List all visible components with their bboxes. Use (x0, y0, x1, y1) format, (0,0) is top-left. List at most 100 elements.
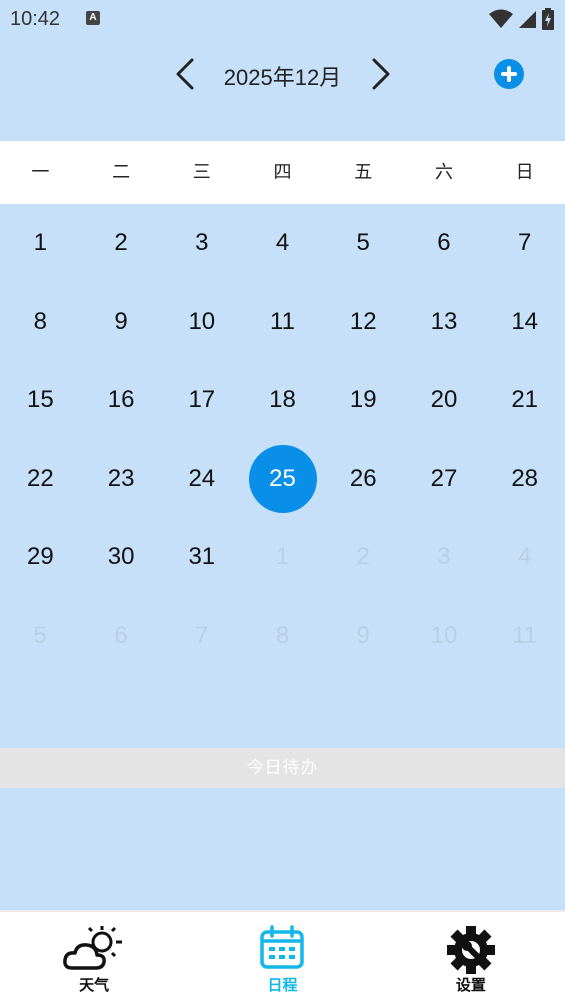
calendar-day-number: 7 (517, 229, 532, 257)
calendar-day[interactable]: 20 (404, 361, 485, 440)
calendar-day-number: 16 (107, 386, 135, 414)
weekday-header: 一 二 三 四 五 六 日 (0, 141, 565, 204)
calendar-day[interactable]: 23 (81, 440, 162, 519)
calendar-day-number: 2 (114, 229, 128, 257)
today-todo-header[interactable]: 今日待办 (0, 748, 565, 788)
calendar-day-number: 11 (270, 307, 295, 335)
settings-icon (446, 926, 495, 974)
calendar-day-number: 25 (248, 444, 317, 513)
calendar-day[interactable]: 16 (81, 361, 162, 440)
calendar-day-adjacent-month[interactable]: 6 (81, 597, 162, 676)
next-month-button[interactable] (366, 56, 394, 96)
calendar-day-adjacent-month[interactable]: 7 (161, 597, 242, 676)
calendar-day[interactable]: 19 (323, 361, 404, 440)
calendar-day-number: 21 (511, 386, 539, 414)
calendar-day[interactable]: 29 (0, 518, 81, 597)
calendar-day-adjacent-month[interactable]: 5 (0, 597, 81, 676)
calendar-day[interactable]: 18 (242, 361, 323, 440)
weekday-label: 五 (354, 162, 373, 182)
month-title: 2025年12月 (223, 65, 342, 90)
calendar-day-number: 31 (188, 543, 216, 571)
calendar-day[interactable]: 11 (242, 283, 323, 362)
calendar-icon (260, 925, 305, 969)
calendar-day[interactable]: 7 (484, 204, 565, 283)
weekday-label: 日 (515, 162, 534, 182)
calendar-day-number: 3 (195, 229, 209, 257)
calendar-day[interactable]: 8 (0, 283, 81, 362)
calendar-day[interactable]: 15 (0, 361, 81, 440)
calendar-day-adjacent-month[interactable]: 10 (404, 597, 485, 676)
calendar-day-number: 28 (511, 464, 539, 492)
calendar-day-number: 18 (269, 386, 296, 414)
calendar-day[interactable]: 13 (404, 283, 485, 362)
calendar-day-adjacent-month[interactable]: 11 (484, 597, 565, 676)
week-row: 15 16 17 18 19 20 21 (0, 361, 565, 440)
calendar-day-number: 6 (114, 621, 128, 649)
battery-icon (542, 8, 554, 30)
nav-tab-settings[interactable]: 设置 (377, 912, 565, 1006)
calendar-day-number: 26 (349, 464, 377, 492)
calendar-day[interactable]: 4 (242, 204, 323, 283)
status-bar: 10:42 A (0, 0, 565, 38)
nav-tab-weather[interactable]: 天气 (0, 912, 188, 1006)
weekday-label: 四 (273, 162, 292, 182)
calendar-day-number: 12 (349, 307, 377, 335)
weekday-label: 二 (112, 162, 131, 182)
calendar-day-adjacent-month[interactable]: 3 (404, 518, 485, 597)
calendar-day-number: 17 (188, 386, 216, 414)
calendar-day[interactable]: 2 (81, 204, 162, 283)
calendar-day[interactable]: 6 (404, 204, 485, 283)
calendar-day[interactable]: 30 (81, 518, 162, 597)
calendar-day[interactable]: 21 (484, 361, 565, 440)
calendar-day-number: 10 (188, 307, 216, 335)
calendar-day-number: 3 (437, 543, 451, 571)
calendar-day[interactable]: 5 (323, 204, 404, 283)
calendar-day-adjacent-month[interactable]: 9 (323, 597, 404, 676)
calendar-day-adjacent-month[interactable]: 1 (242, 518, 323, 597)
calendar-day[interactable]: 27 (404, 440, 485, 519)
calendar-day-number: 24 (188, 464, 216, 492)
calendar-day[interactable]: 3 (161, 204, 242, 283)
month-header: 2025年12月 (0, 38, 565, 141)
calendar-day-number: 7 (195, 621, 209, 649)
signal-icon (519, 11, 536, 28)
calendar-day[interactable]: 24 (161, 440, 242, 519)
calendar-day[interactable]: 1 (0, 204, 81, 283)
calendar-day-number: 4 (275, 229, 290, 257)
calendar-day-today[interactable]: 25 (242, 440, 323, 519)
calendar-day-number: 13 (430, 307, 458, 335)
calendar-day-adjacent-month[interactable]: 2 (323, 518, 404, 597)
calendar-day[interactable]: 10 (161, 283, 242, 362)
add-event-button[interactable] (494, 59, 524, 89)
calendar-day-number: 29 (27, 543, 54, 571)
week-row: 5 6 7 8 9 10 11 (0, 597, 565, 676)
weekday-label: 三 (192, 162, 211, 182)
weekday-label: 一 (31, 162, 50, 182)
calendar-day-number: 22 (27, 464, 54, 492)
nav-tab-schedule[interactable]: 日程 (188, 912, 376, 1006)
calendar-day-number: 14 (511, 307, 539, 335)
nav-label: 设置 (455, 977, 486, 994)
calendar-day[interactable]: 9 (81, 283, 162, 362)
nav-label: 天气 (79, 977, 110, 994)
calendar-day[interactable]: 14 (484, 283, 565, 362)
calendar-day-number: 5 (356, 229, 370, 257)
calendar-day-number: 1 (33, 229, 48, 257)
calendar-day-number: 1 (275, 543, 290, 571)
calendar-day-adjacent-month[interactable]: 8 (242, 597, 323, 676)
calendar-day-number: 30 (107, 543, 135, 571)
calendar-day[interactable]: 22 (0, 440, 81, 519)
calendar-day-number: 23 (107, 464, 135, 492)
calendar-day[interactable]: 26 (323, 440, 404, 519)
calendar-day-adjacent-month[interactable]: 4 (484, 518, 565, 597)
calendar-day-number: 9 (114, 307, 128, 335)
calendar-day-number: 2 (356, 543, 370, 571)
week-row: 29 30 31 1 2 3 4 (0, 518, 565, 597)
calendar-day[interactable]: 28 (484, 440, 565, 519)
nav-label: 日程 (267, 977, 298, 994)
calendar-day[interactable]: 12 (323, 283, 404, 362)
calendar-day[interactable]: 31 (161, 518, 242, 597)
calendar-day-number: 27 (430, 464, 458, 492)
weekday-label: 六 (434, 162, 453, 182)
calendar-day[interactable]: 17 (161, 361, 242, 440)
